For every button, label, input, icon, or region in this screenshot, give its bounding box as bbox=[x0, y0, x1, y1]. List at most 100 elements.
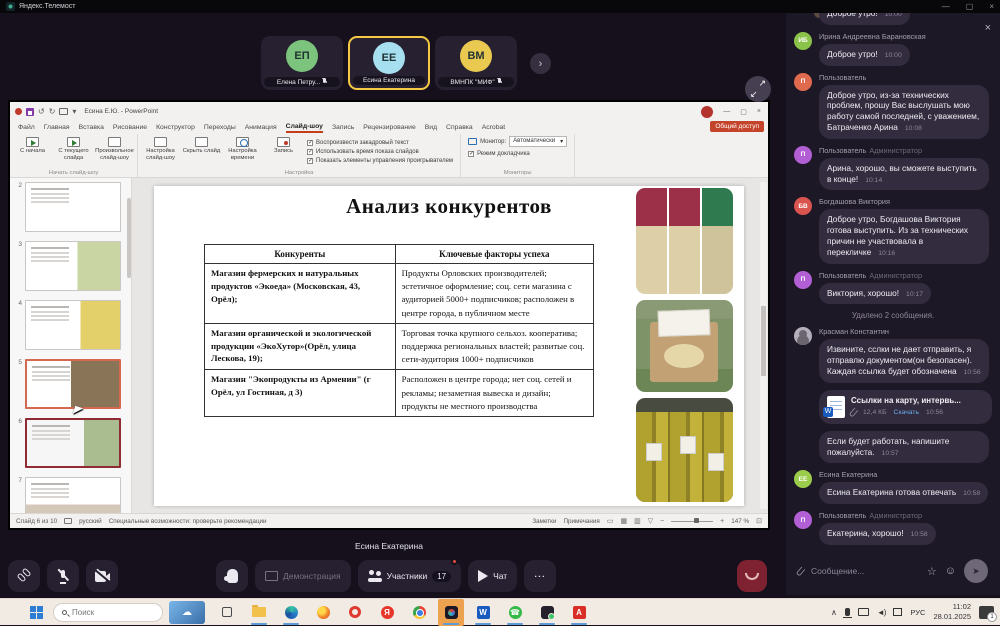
yandex-browser-icon[interactable]: Я bbox=[374, 599, 400, 626]
tab-слайд-шоу[interactable]: Слайд-шоу bbox=[286, 123, 323, 133]
tab-вид[interactable]: Вид bbox=[425, 124, 437, 131]
ribbon-button[interactable]: Скрыть слайд bbox=[182, 136, 221, 168]
tab-анимация[interactable]: Анимация bbox=[245, 124, 277, 131]
slideshow-qat-icon[interactable] bbox=[59, 108, 68, 115]
camera-button[interactable] bbox=[86, 560, 118, 592]
taskbar-clock[interactable]: 11:02 28.01.2025 bbox=[933, 602, 971, 622]
tab-запись[interactable]: Запись bbox=[332, 124, 354, 131]
file-explorer-icon[interactable] bbox=[246, 599, 272, 626]
task-view-icon[interactable] bbox=[214, 599, 240, 626]
microphone-button[interactable] bbox=[47, 560, 79, 592]
thumbnail-scrollbar[interactable] bbox=[127, 198, 131, 278]
reading-view-icon[interactable]: ▥ bbox=[634, 517, 641, 525]
tray-mic-icon[interactable] bbox=[845, 608, 850, 616]
ribbon-checkbox[interactable]: Использовать время показа слайдов bbox=[307, 149, 453, 155]
chat-message-list[interactable]: Доброе утро!10:00ИБИрина Андреевна Баран… bbox=[786, 13, 1000, 547]
ppt-minimize-button[interactable]: — bbox=[723, 108, 730, 116]
ppt-account-avatar[interactable] bbox=[701, 106, 713, 118]
redo-icon[interactable]: ↻ bbox=[49, 107, 56, 116]
window-close-button[interactable]: × bbox=[989, 0, 994, 13]
slide-number-indicator[interactable]: Слайд 6 из 10 bbox=[16, 518, 57, 525]
slide-thumbnail-5[interactable] bbox=[25, 359, 121, 409]
ribbon-checkbox[interactable]: Воспроизвести закадровый текст bbox=[307, 140, 453, 146]
participant-tile[interactable]: ЕПЕлена Петру... bbox=[261, 36, 343, 90]
monitor-select[interactable]: Автоматически ▾ bbox=[509, 136, 567, 147]
ppt-maximize-button[interactable]: ▢ bbox=[740, 108, 747, 116]
ribbon-button[interactable]: Настройка времени bbox=[223, 136, 262, 168]
notification-center-icon[interactable] bbox=[979, 606, 994, 619]
comments-button[interactable]: Примечания bbox=[563, 518, 599, 525]
start-button[interactable] bbox=[30, 606, 43, 619]
slide-thumbnail-6[interactable] bbox=[25, 418, 121, 468]
zoom-out-icon[interactable]: − bbox=[660, 518, 664, 525]
file-attachment[interactable]: WСсылки на карту, интервь...12,4 КБСкача… bbox=[819, 390, 992, 424]
ribbon-button[interactable]: Настройка слайд-шоу bbox=[141, 136, 180, 168]
chat-button[interactable]: Чат bbox=[468, 560, 517, 592]
ppt-close-button[interactable]: × bbox=[757, 108, 761, 116]
chrome-browser-icon[interactable] bbox=[406, 599, 432, 626]
ribbon-button[interactable]: Запись bbox=[264, 136, 303, 168]
tab-рисование[interactable]: Рисование bbox=[113, 124, 147, 131]
acrobat-icon[interactable]: A bbox=[566, 599, 592, 626]
expand-share-button[interactable]: ↗↙ bbox=[745, 76, 771, 102]
taskbar-search[interactable] bbox=[53, 603, 163, 622]
participant-tile[interactable]: ЕЕЕсина Екатерина bbox=[348, 36, 430, 90]
slideshow-view-icon[interactable]: ▽ bbox=[648, 517, 653, 525]
taskbar-search-input[interactable] bbox=[72, 608, 142, 617]
message-input[interactable] bbox=[811, 566, 919, 576]
zoom-in-icon[interactable]: + bbox=[720, 518, 724, 525]
download-link[interactable]: Скачать bbox=[894, 409, 920, 416]
slide-scrollbar[interactable] bbox=[760, 182, 767, 509]
tab-файл[interactable]: Файл bbox=[18, 124, 35, 131]
tab-рецензирование[interactable]: Рецензирование bbox=[363, 124, 415, 131]
favorites-icon[interactable]: ☆ bbox=[927, 565, 937, 578]
language-indicator[interactable]: русский bbox=[79, 518, 102, 525]
next-participants-button[interactable]: › bbox=[530, 53, 551, 74]
tab-вставка[interactable]: Вставка bbox=[79, 124, 104, 131]
telemost-active-icon[interactable] bbox=[438, 599, 464, 626]
firefox-browser-icon[interactable] bbox=[310, 599, 336, 626]
word-icon[interactable]: W bbox=[470, 599, 496, 626]
presenter-mode-checkbox[interactable]: Режим докладчика bbox=[468, 151, 567, 157]
zoom-level[interactable]: 147 % bbox=[731, 518, 749, 525]
attach-file-icon[interactable] bbox=[796, 566, 806, 576]
ribbon-button[interactable]: С начала bbox=[13, 136, 52, 168]
tray-volume-icon[interactable]: ◄) bbox=[877, 608, 886, 617]
share-screen-button[interactable]: Демонстрация bbox=[255, 560, 351, 592]
window-minimize-button[interactable]: — bbox=[942, 0, 950, 13]
tray-display-icon[interactable] bbox=[858, 608, 869, 616]
participants-button[interactable]: Участники 17 bbox=[358, 560, 462, 592]
opera-browser-icon[interactable] bbox=[342, 599, 368, 626]
slide-thumbnail-3[interactable] bbox=[25, 241, 121, 291]
language-switcher[interactable]: РУС bbox=[910, 608, 925, 617]
send-message-button[interactable]: ➤ bbox=[964, 559, 988, 583]
emoji-icon[interactable]: ☺ bbox=[945, 565, 956, 577]
telemost-app-icon[interactable] bbox=[534, 599, 560, 626]
invite-link-button[interactable] bbox=[8, 560, 40, 592]
accessibility-status[interactable]: Специальные возможности: проверьте реком… bbox=[109, 518, 267, 525]
weather-widget[interactable]: ☁ bbox=[169, 601, 205, 624]
more-options-button[interactable]: ··· bbox=[524, 560, 556, 592]
notes-button[interactable]: Заметки bbox=[532, 518, 556, 525]
ribbon-checkbox[interactable]: Показать элементы управления проигрывате… bbox=[307, 158, 453, 164]
slide-thumbnail-2[interactable] bbox=[25, 182, 121, 232]
tab-конструктор[interactable]: Конструктор bbox=[156, 124, 195, 131]
save-icon[interactable] bbox=[26, 108, 34, 116]
tab-переходы[interactable]: Переходы bbox=[204, 124, 236, 131]
slide-sorter-icon[interactable]: ▦ bbox=[620, 517, 627, 525]
slide-thumbnail-7[interactable] bbox=[25, 477, 121, 513]
display-settings-icon[interactable] bbox=[64, 518, 72, 524]
participant-tile[interactable]: ВМВМНПК "МИФ" bbox=[435, 36, 517, 90]
fit-slide-icon[interactable]: ⊡ bbox=[756, 517, 762, 525]
window-maximize-button[interactable]: ▢ bbox=[966, 0, 974, 13]
tab-главная[interactable]: Главная bbox=[44, 124, 70, 131]
ppt-share-button[interactable]: Общий доступ bbox=[710, 121, 764, 132]
ribbon-button[interactable]: С текущего слайда bbox=[54, 136, 93, 168]
tab-acrobat[interactable]: Acrobat bbox=[482, 124, 505, 131]
whatsapp-icon[interactable]: ☎ bbox=[502, 599, 528, 626]
undo-icon[interactable]: ↺ bbox=[38, 107, 45, 116]
raise-hand-button[interactable] bbox=[216, 560, 248, 592]
tray-expand-icon[interactable]: ∧ bbox=[831, 608, 837, 617]
end-call-button[interactable] bbox=[737, 560, 767, 592]
chat-close-button[interactable]: × bbox=[985, 22, 991, 34]
